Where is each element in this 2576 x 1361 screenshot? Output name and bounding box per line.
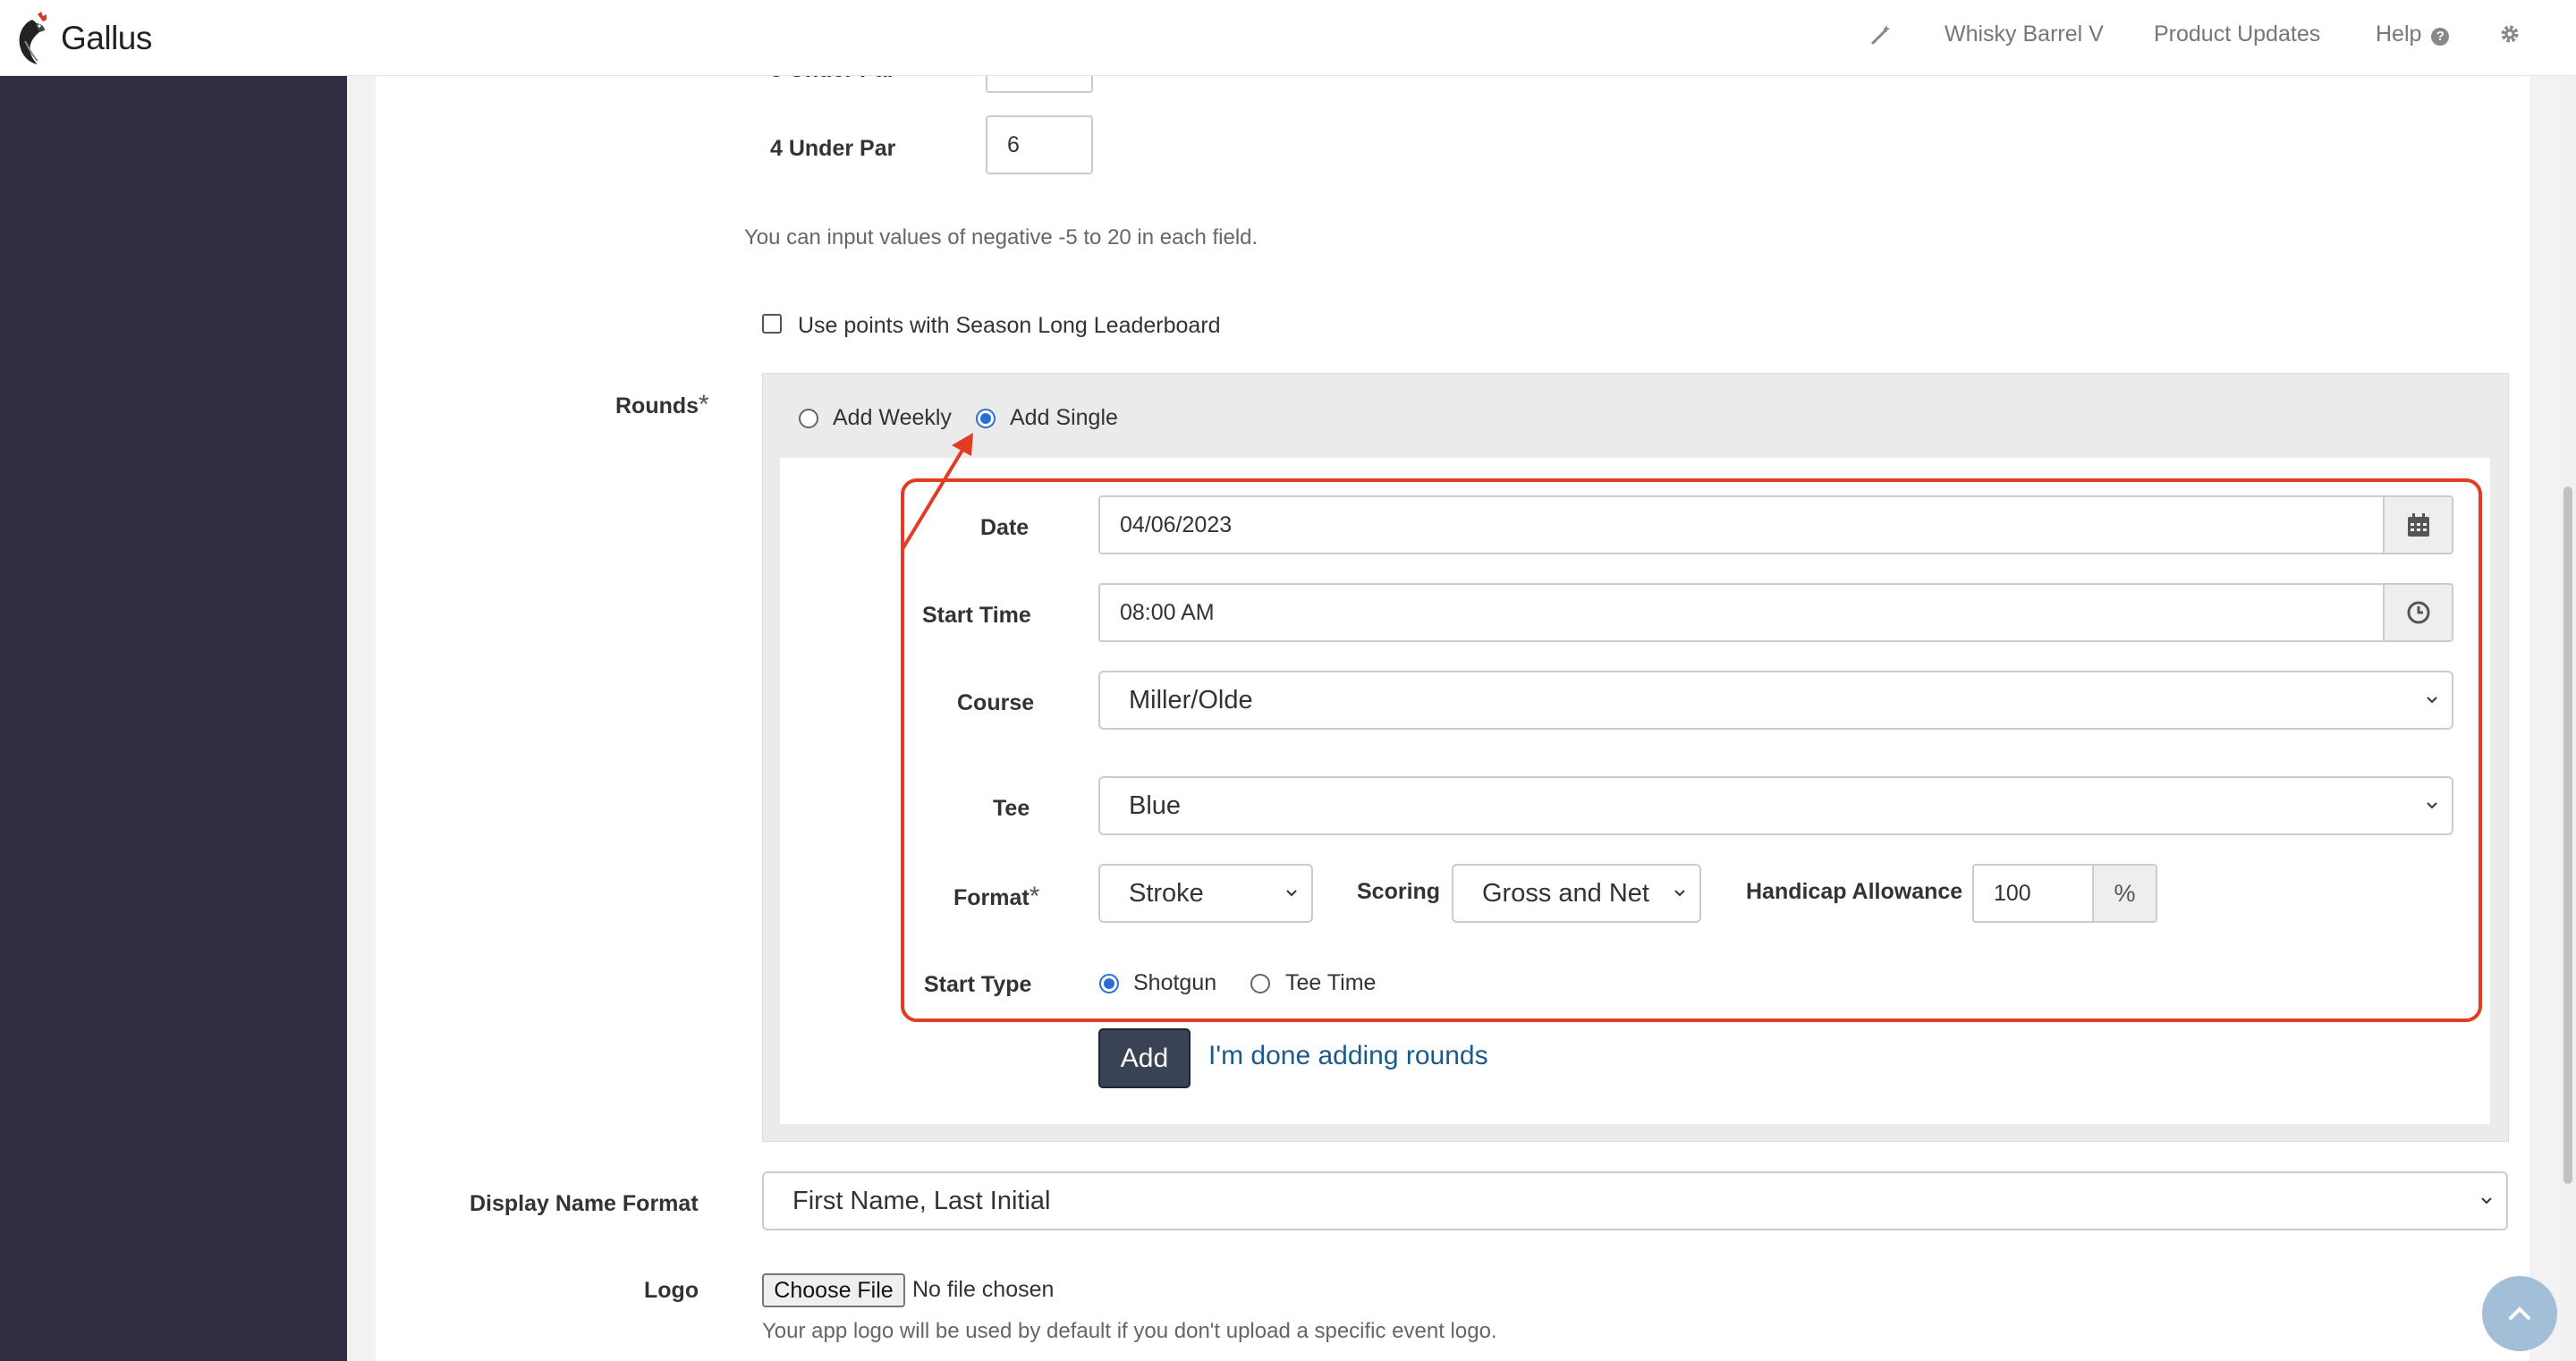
app-logo[interactable]: Gallus bbox=[14, 11, 152, 66]
question-circle-icon: ? bbox=[2431, 28, 2450, 46]
nav-help-label: Help bbox=[2376, 21, 2422, 46]
chevron-down-icon bbox=[2481, 1197, 2492, 1205]
display-name-format-select[interactable]: First Name, Last Initial bbox=[762, 1171, 2508, 1230]
top-navbar: Gallus Whisky Barrel V Product Updates H… bbox=[0, 0, 2576, 76]
file-status: No file chosen bbox=[912, 1277, 1055, 1302]
scrollbar-thumb[interactable] bbox=[2563, 486, 2572, 1184]
logo-label: Logo bbox=[644, 1278, 699, 1303]
magic-wand-icon[interactable] bbox=[1869, 23, 1893, 51]
gear-icon[interactable] bbox=[2499, 23, 2521, 49]
annotation-arrow bbox=[901, 433, 973, 551]
add-round-button[interactable]: Add bbox=[1098, 1028, 1191, 1088]
nav-product-updates[interactable]: Product Updates bbox=[2154, 21, 2320, 47]
app-name: Gallus bbox=[61, 20, 152, 56]
scroll-to-top-button[interactable] bbox=[2482, 1276, 2557, 1351]
page-scrollbar[interactable] bbox=[2560, 75, 2576, 1361]
display-name-format-label: Display Name Format bbox=[470, 1191, 699, 1216]
display-name-format-value: First Name, Last Initial bbox=[792, 1186, 1051, 1215]
logo-help-text: Your app logo will be used by default if… bbox=[762, 1319, 1497, 1343]
nav-workspace[interactable]: Whisky Barrel V bbox=[1945, 21, 2104, 47]
rooster-logo-icon bbox=[19, 12, 47, 64]
choose-file-button[interactable]: Choose File bbox=[762, 1273, 905, 1307]
nav-help[interactable]: Help ? bbox=[2376, 21, 2450, 47]
chevron-up-icon bbox=[2509, 1306, 2530, 1320]
done-adding-rounds-link[interactable]: I'm done adding rounds bbox=[1208, 1041, 1488, 1071]
